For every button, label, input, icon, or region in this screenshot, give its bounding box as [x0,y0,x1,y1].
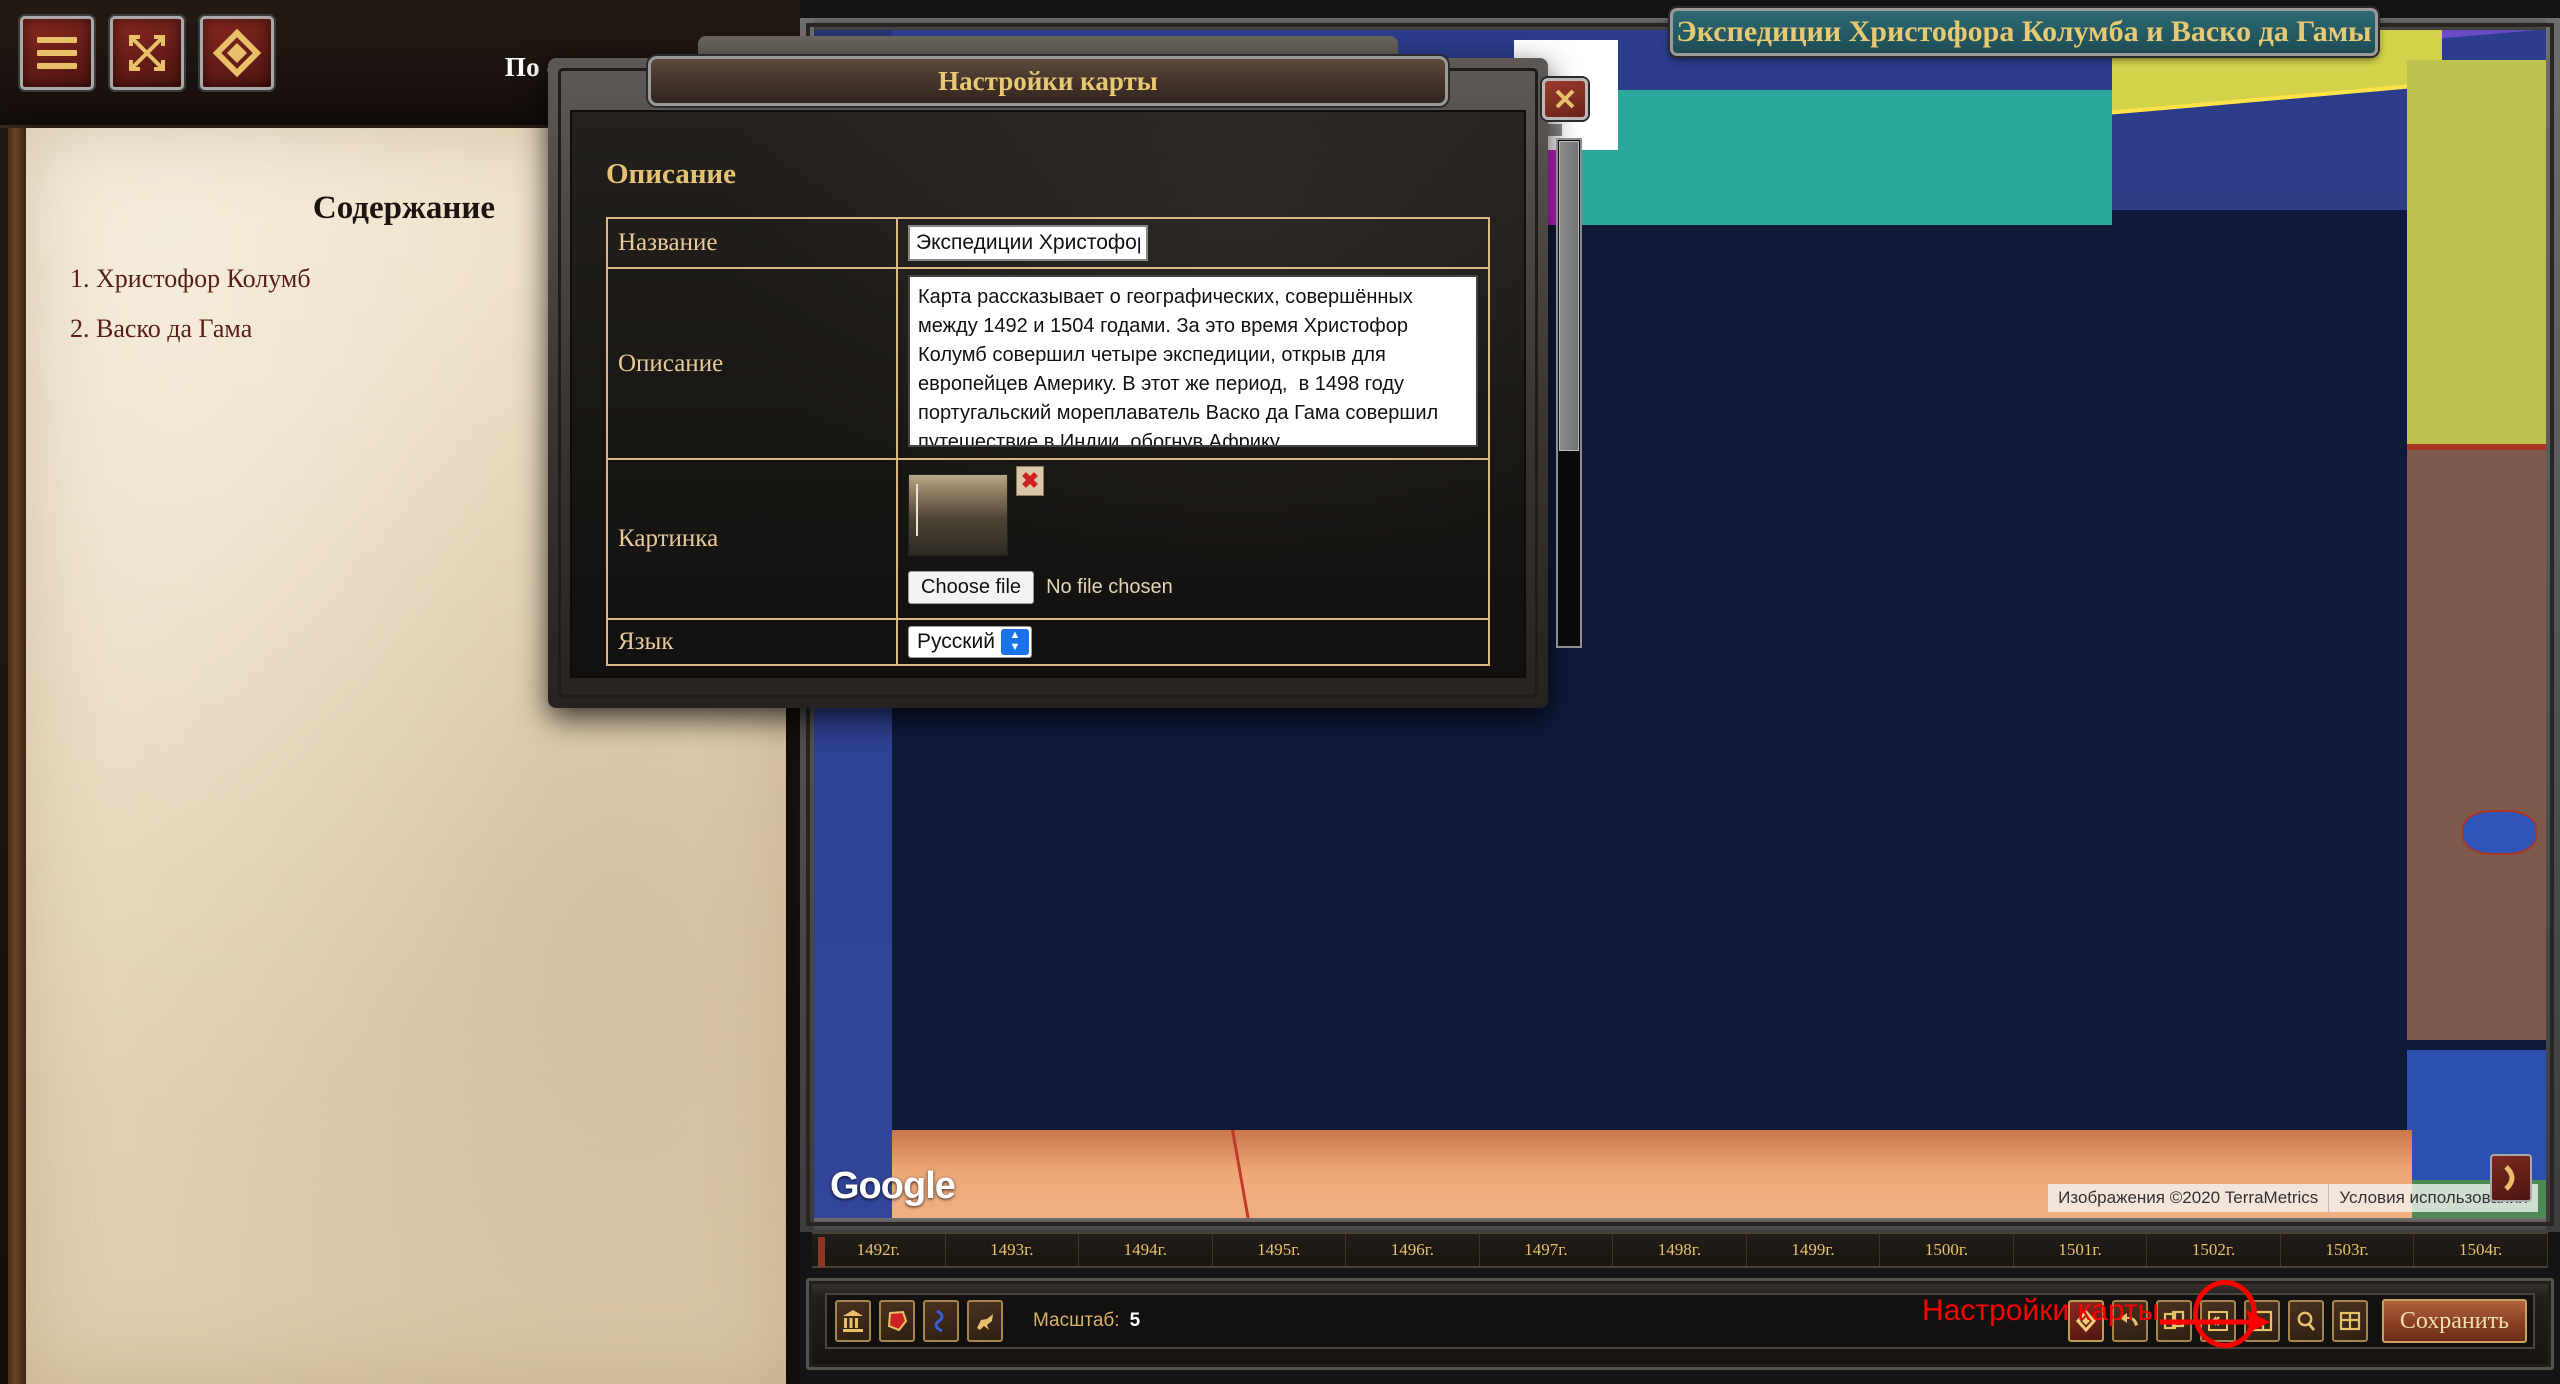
table-row: Название [606,217,1490,269]
annotation-highlight-circle [2193,1280,2257,1348]
toc-item-label: 2. Васко да Гама [70,314,253,343]
file-input-row: Choose file No file chosen [908,571,1478,604]
picture-cell: ✖ Choose file No file chosen [896,458,1490,620]
scrollbar-thumb[interactable] [1559,141,1579,451]
google-logo: Google [830,1165,956,1207]
table-row: Язык Русский ▲ ▼ [606,618,1490,666]
table-row: Картинка ✖ Choose file No file chosen [606,458,1490,620]
description-textarea[interactable] [908,275,1478,447]
map-title-banner: Экспедиции Христофора Колумба и Васко да… [1670,8,2378,56]
map-settings-dialog: Настройки карты Описание Название Описан… [548,36,1588,708]
scale-label: Масштаб: 5 [1033,1310,1140,1332]
language-select[interactable]: Русский ▲ ▼ [908,626,1032,658]
timeline-marker [818,1237,825,1267]
territory-shape-icon [887,1310,908,1332]
chevron-right-icon [2504,1165,2515,1191]
grid-table-icon [2339,1311,2360,1331]
language-label: Язык [606,618,898,666]
no-file-label: No file chosen [1046,576,1173,598]
tb-monument-icon[interactable] [835,1300,871,1342]
menu-button[interactable] [20,16,94,90]
description-form: Название Описание Картинка [606,217,1490,666]
map-nav-button[interactable] [2490,1154,2532,1202]
timeline-year-cell[interactable]: 1504г. [2414,1234,2548,1266]
timeline-year-cell[interactable]: 1497г. [1479,1234,1614,1266]
timeline-year-cell[interactable]: 1502г. [2147,1234,2281,1266]
expand-arrows-icon [129,35,165,71]
language-cell: Русский ▲ ▼ [896,618,1490,666]
map-territory-brown [2407,450,2548,1040]
timeline-year-cell[interactable]: 1503г. [2280,1234,2415,1266]
picture-preview-wrap: ✖ [908,466,1044,556]
choose-file-button[interactable]: Choose file [908,571,1035,604]
horseman-icon [977,1314,993,1330]
monument-icon [843,1310,863,1332]
description-cell [896,267,1490,460]
name-input[interactable] [908,225,1148,261]
dialog-body: Описание Название Описание Картинка [570,110,1526,678]
dialog-title: Настройки карты [648,56,1448,106]
route-line-icon [934,1309,944,1333]
timeline-year-cell[interactable]: 1500г. [1880,1234,2014,1266]
fullscreen-button[interactable] [110,16,184,90]
save-button-label: Сохранить [2399,1307,2509,1334]
language-select-value: Русский [917,630,995,653]
hamburger-icon [37,30,77,76]
tb-horseman-icon[interactable] [967,1300,1003,1342]
close-x-icon [1555,89,1575,109]
timeline-year-cell[interactable]: 1501г. [2013,1234,2148,1266]
table-row: Описание [606,267,1490,460]
delete-x-icon[interactable]: ✖ [1016,466,1044,496]
map-marker-button[interactable] [200,16,274,90]
map-lake [2462,810,2537,855]
section-heading-description: Описание [606,158,736,190]
map-border-red [1054,1130,1250,1220]
chevron-updown-icon: ▲ ▼ [1000,629,1029,655]
attribution-imagery: Изображения ©2020 TerraMetrics [2058,1188,2319,1207]
picture-thumbnail [908,474,1008,556]
tb-territory-icon[interactable] [879,1300,915,1342]
timeline-year-cell[interactable]: 1498г. [1613,1234,1747,1266]
timeline-year-cell[interactable]: 1492г. [812,1234,946,1266]
timeline-year-cell[interactable]: 1493г. [945,1234,1080,1266]
map-territory-teal [1582,90,2112,225]
scale-value: 5 [1129,1310,1141,1331]
timeline-year-cell[interactable]: 1494г. [1079,1234,1213,1266]
timeline-year-cell[interactable]: 1495г. [1212,1234,1347,1266]
timeline-year-cell[interactable]: 1499г. [1746,1234,1881,1266]
map-attribution: Изображения ©2020 TerraMetrics Условия и… [2048,1184,2538,1212]
timeline-year-cell[interactable]: 1496г. [1346,1234,1480,1266]
toc-item-label: 1. Христофор Колумб [70,264,311,293]
timeline[interactable]: 1492г. 1493г. 1494г. 1495г. 1496г. 1497г. 1498… [812,1232,2548,1268]
dialog-scrollbar[interactable] [1556,138,1582,648]
description-label: Описание [606,267,898,460]
diamond-marker-icon [212,28,262,78]
magnifier-icon [2297,1311,2315,1331]
picture-label: Картинка [606,458,898,620]
tb-search-icon[interactable] [2287,1300,2324,1342]
map-territory-olive [2407,60,2548,460]
bottom-toolbar: Масштаб: 5 Сохранить [806,1278,2554,1370]
name-label: Название [606,217,898,269]
name-cell [896,217,1490,269]
scale-label-text: Масштаб: [1033,1310,1120,1331]
annotation-label: Настройки карты [1922,1294,2160,1327]
tb-table-icon[interactable] [2331,1300,2368,1342]
close-button[interactable] [1542,78,1588,120]
save-button[interactable]: Сохранить [2381,1299,2527,1343]
tb-route-icon[interactable] [923,1300,959,1342]
